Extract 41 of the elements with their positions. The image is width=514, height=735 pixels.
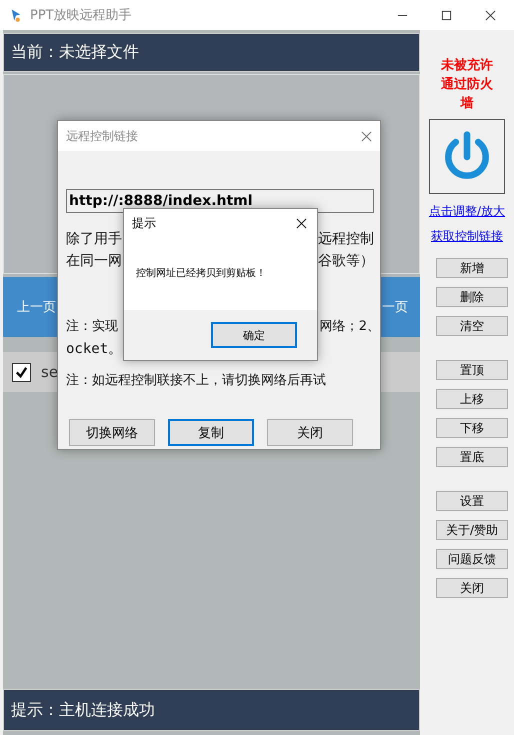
description-text: 除了用手 — [66, 231, 122, 247]
window-title: PPT放映远程助手 — [30, 7, 133, 24]
close-icon[interactable] — [485, 10, 496, 20]
description-text: 在同一网 — [66, 253, 122, 269]
sidebar-button[interactable]: 删除 — [436, 287, 508, 307]
sidebar-button[interactable]: 上移 — [436, 389, 508, 409]
power-button[interactable] — [429, 119, 505, 194]
dialog-title: 远程控制链接 — [66, 128, 138, 144]
sidebar-button[interactable]: 问题反馈 — [436, 549, 508, 569]
ok-button[interactable]: 确定 — [211, 322, 297, 348]
sidebar-button[interactable]: 置底 — [436, 447, 508, 467]
sidebar-button[interactable]: 下移 — [436, 418, 508, 438]
app-icon — [10, 8, 22, 22]
close-icon[interactable] — [296, 218, 307, 229]
firewall-warning: 未被充许通过防火墙 — [440, 56, 494, 113]
sidebar-button[interactable]: 关闭 — [436, 578, 508, 598]
list-item-text: se — [41, 363, 58, 381]
description-text: 远程控制 — [318, 231, 374, 247]
dialog-title: 提示 — [132, 215, 156, 232]
current-file-label: 当前：未选择文件 — [3, 33, 420, 72]
note-text: ocket。 — [66, 341, 124, 357]
sidebar-link[interactable]: 获取控制链接 — [431, 228, 503, 245]
note-text: 注：实现 — [66, 319, 118, 335]
sidebar-button[interactable]: 设置 — [436, 491, 508, 511]
sidebar-button[interactable]: 置顶 — [436, 360, 508, 380]
note-text: 注：如远程控制联接不上，请切换网络后再试 — [66, 373, 327, 389]
message-text: 控制网址已经拷贝到剪贴板！ — [136, 268, 266, 279]
next-page-button[interactable]: 一页 — [382, 298, 408, 316]
dialog-button[interactable]: 关闭 — [267, 419, 353, 446]
maximize-icon[interactable] — [441, 10, 452, 20]
status-message: 提示：主机连接成功 — [3, 689, 420, 731]
dialog-button[interactable]: 复制 — [168, 419, 254, 446]
dialog-button[interactable]: 切换网络 — [69, 419, 155, 446]
sidebar-button[interactable]: 关于/赞助 — [436, 520, 508, 540]
sidebar-button[interactable]: 清空 — [436, 316, 508, 336]
prev-page-button[interactable]: 上一页 — [17, 298, 56, 316]
note-text: 网络；2、 — [320, 319, 380, 335]
sidebar-button[interactable]: 新增 — [436, 258, 508, 278]
checkbox[interactable] — [12, 362, 31, 382]
description-text: 谷歌等） — [318, 253, 374, 269]
sidebar-link[interactable]: 点击调整/放大 — [428, 203, 506, 220]
